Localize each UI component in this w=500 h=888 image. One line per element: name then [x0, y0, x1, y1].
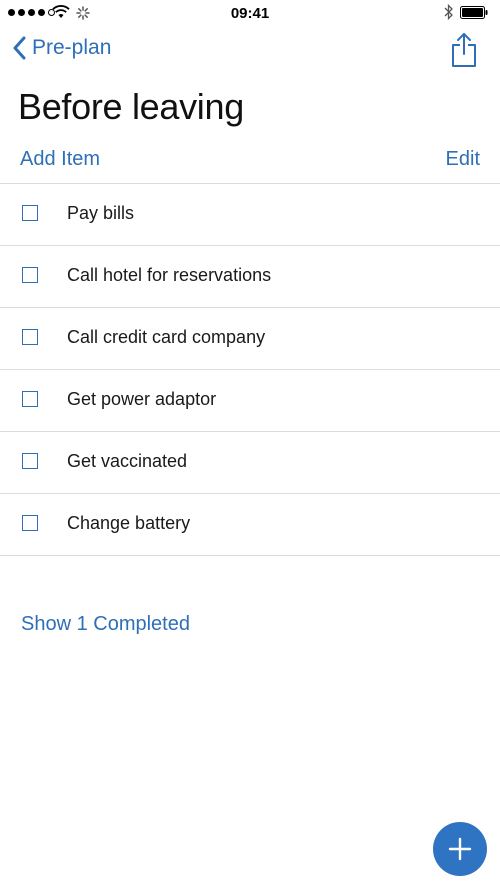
task-label: Get vaccinated [67, 451, 188, 471]
task-row[interactable]: Call credit card company [0, 308, 500, 370]
task-row[interactable]: Get power adaptor [0, 370, 500, 432]
back-button[interactable]: Pre-plan [12, 36, 111, 60]
navigation-bar: Pre-plan [0, 28, 500, 72]
task-label: Pay bills [67, 203, 135, 223]
add-button[interactable] [433, 822, 487, 876]
task-row[interactable]: Get vaccinated [0, 432, 500, 494]
checkbox[interactable] [22, 391, 38, 407]
chevron-left-icon [13, 36, 26, 60]
plus-icon [448, 837, 472, 861]
status-bar: 09:41 [0, 0, 500, 28]
add-item-button[interactable]: Add Item [20, 148, 100, 171]
task-label: Change battery [67, 513, 191, 533]
checkbox[interactable] [22, 515, 38, 531]
checkbox[interactable] [22, 329, 38, 345]
checkbox[interactable] [22, 205, 38, 221]
task-list: Pay bills Call hotel for reservations Ca… [0, 183, 500, 556]
show-completed-button[interactable]: Show 1 Completed [21, 613, 190, 636]
task-row[interactable]: Change battery [0, 494, 500, 556]
checkbox[interactable] [22, 453, 38, 469]
page-title: Before leaving [18, 86, 244, 127]
battery-icon [460, 6, 488, 19]
share-icon[interactable] [450, 32, 478, 68]
checkbox[interactable] [22, 267, 38, 283]
task-row[interactable]: Pay bills [0, 184, 500, 246]
task-label: Call hotel for reservations [67, 265, 272, 285]
task-label: Call credit card company [67, 327, 266, 347]
back-label: Pre-plan [32, 36, 112, 59]
edit-button[interactable]: Edit [446, 148, 480, 171]
bluetooth-icon [444, 4, 453, 20]
task-label: Get power adaptor [67, 389, 217, 409]
status-time: 09:41 [230, 5, 270, 22]
list-toolbar: Add Item Edit [0, 142, 500, 182]
task-row[interactable]: Call hotel for reservations [0, 246, 500, 308]
